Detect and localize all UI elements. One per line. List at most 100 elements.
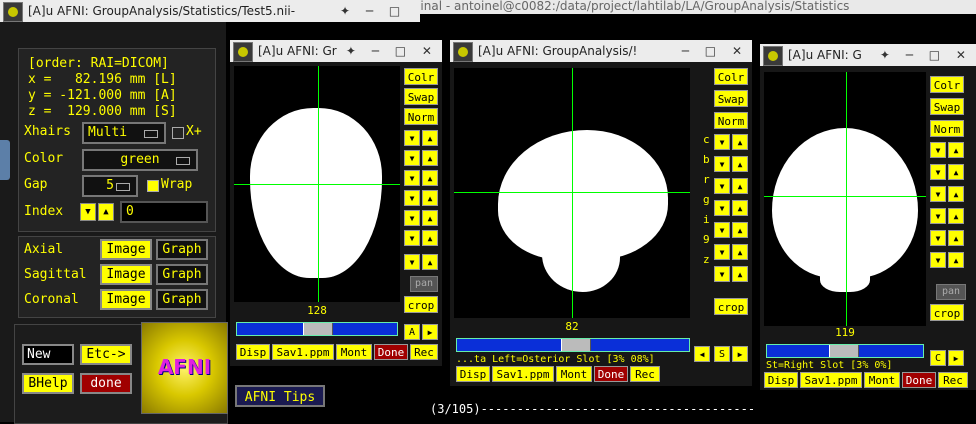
crop-button[interactable]: crop bbox=[930, 304, 964, 321]
sagittal-image[interactable] bbox=[454, 68, 690, 318]
window-controls[interactable]: ✦ ─ □ ✕ bbox=[880, 44, 972, 66]
down-arrow-icon[interactable]: ▼ bbox=[714, 156, 730, 172]
swap-button[interactable]: Swap bbox=[714, 90, 748, 107]
up-arrow-icon[interactable]: ▲ bbox=[732, 200, 748, 216]
window-controls[interactable]: ✦ ─ □ bbox=[340, 0, 406, 22]
slider-thumb[interactable] bbox=[303, 323, 333, 335]
sagittal-slice-slider[interactable] bbox=[456, 338, 690, 352]
coronal-viewer-titlebar[interactable]: [A]u AFNI: G ✦ ─ □ ✕ bbox=[760, 44, 976, 66]
c-button[interactable]: C bbox=[930, 350, 946, 366]
up-arrow-icon[interactable]: ▲ bbox=[732, 134, 748, 150]
right-arrow-icon[interactable]: ▶ bbox=[948, 350, 964, 366]
up-arrow-icon[interactable]: ▲ bbox=[948, 208, 964, 224]
down-arrow-icon[interactable]: ▼ bbox=[930, 252, 946, 268]
coronal-image-button[interactable]: Image bbox=[100, 289, 152, 310]
window-controls[interactable]: ─ □ ✕ bbox=[682, 40, 748, 62]
swap-button[interactable]: Swap bbox=[930, 98, 964, 115]
up-arrow-icon[interactable]: ▲ bbox=[732, 244, 748, 260]
done-button[interactable]: done bbox=[80, 373, 132, 394]
down-arrow-icon[interactable]: ▼ bbox=[930, 208, 946, 224]
down-arrow-icon[interactable]: ▼ bbox=[714, 266, 730, 282]
mont-button[interactable]: Mont bbox=[556, 366, 592, 382]
afni-tips-button[interactable]: AFNI Tips bbox=[235, 385, 325, 407]
norm-button[interactable]: Norm bbox=[930, 120, 964, 137]
left-arrow-icon[interactable]: ◀ bbox=[694, 346, 710, 362]
axial-viewer-titlebar[interactable]: [A]u AFNI: Gr ✦ ─ □ ✕ bbox=[230, 40, 442, 62]
up-arrow-icon[interactable]: ▲ bbox=[948, 186, 964, 202]
etc-button[interactable]: Etc-> bbox=[80, 344, 132, 365]
up-arrow-icon[interactable]: ▲ bbox=[948, 252, 964, 268]
xhairs-select[interactable]: Multi bbox=[82, 122, 166, 144]
up-arrow-icon[interactable]: ▲ bbox=[948, 142, 964, 158]
down-arrow-icon[interactable]: ▼ bbox=[714, 134, 730, 150]
done-button[interactable]: Done bbox=[902, 372, 936, 388]
colr-button[interactable]: Colr bbox=[404, 68, 438, 85]
axial-slice-slider[interactable] bbox=[236, 322, 398, 336]
up-arrow-icon[interactable]: ▲ bbox=[422, 130, 438, 146]
done-button[interactable]: Done bbox=[374, 344, 408, 360]
disp-button[interactable]: Disp bbox=[456, 366, 490, 382]
gap-select[interactable]: 5 bbox=[82, 175, 138, 197]
mont-button[interactable]: Mont bbox=[864, 372, 900, 388]
right-arrow-icon[interactable]: ▶ bbox=[732, 346, 748, 362]
colr-button[interactable]: Colr bbox=[714, 68, 748, 85]
rec-button[interactable]: Rec bbox=[630, 366, 660, 382]
crop-button[interactable]: crop bbox=[404, 296, 438, 313]
rec-button[interactable]: Rec bbox=[938, 372, 968, 388]
save-button[interactable]: Sav1.ppm bbox=[492, 366, 554, 382]
up-arrow-icon[interactable]: ▲ bbox=[422, 230, 438, 246]
xplus-checkbox[interactable] bbox=[172, 127, 184, 139]
down-arrow-icon[interactable]: ▼ bbox=[930, 186, 946, 202]
index-down-icon[interactable]: ▼ bbox=[80, 203, 96, 221]
up-arrow-icon[interactable]: ▲ bbox=[948, 230, 964, 246]
right-arrow-icon[interactable]: ▶ bbox=[422, 324, 438, 340]
crop-button[interactable]: crop bbox=[714, 298, 748, 315]
down-arrow-icon[interactable]: ▼ bbox=[930, 164, 946, 180]
done-button[interactable]: Done bbox=[594, 366, 628, 382]
save-button[interactable]: Sav1.ppm bbox=[800, 372, 862, 388]
save-button[interactable]: Sav1.ppm bbox=[272, 344, 334, 360]
norm-button[interactable]: Norm bbox=[404, 108, 438, 125]
up-arrow-icon[interactable]: ▲ bbox=[948, 164, 964, 180]
down-arrow-icon[interactable]: ▼ bbox=[404, 210, 420, 226]
up-arrow-icon[interactable]: ▲ bbox=[422, 210, 438, 226]
down-arrow-icon[interactable]: ▼ bbox=[404, 150, 420, 166]
sagittal-image-button[interactable]: Image bbox=[100, 264, 152, 285]
down-arrow-icon[interactable]: ▼ bbox=[714, 200, 730, 216]
index-up-icon[interactable]: ▲ bbox=[98, 203, 114, 221]
axial-image[interactable] bbox=[234, 66, 400, 302]
axial-graph-button[interactable]: Graph bbox=[156, 239, 208, 260]
down-arrow-icon[interactable]: ▼ bbox=[930, 230, 946, 246]
down-arrow-icon[interactable]: ▼ bbox=[714, 178, 730, 194]
disp-button[interactable]: Disp bbox=[236, 344, 270, 360]
wrap-checkbox[interactable] bbox=[147, 180, 159, 192]
down-arrow-icon[interactable]: ▼ bbox=[404, 130, 420, 146]
window-controls[interactable]: ✦ ─ □ ✕ bbox=[346, 40, 438, 62]
down-arrow-icon[interactable]: ▼ bbox=[404, 190, 420, 206]
y-coordinate[interactable]: y = -121.000 mm [A] bbox=[28, 88, 177, 103]
down-arrow-icon[interactable]: ▼ bbox=[404, 254, 420, 270]
x-coordinate[interactable]: x = 82.196 mm [L] bbox=[28, 72, 177, 87]
axial-image-button[interactable]: Image bbox=[100, 239, 152, 260]
disp-button[interactable]: Disp bbox=[764, 372, 798, 388]
up-arrow-icon[interactable]: ▲ bbox=[732, 156, 748, 172]
up-arrow-icon[interactable]: ▲ bbox=[732, 222, 748, 238]
rec-button[interactable]: Rec bbox=[410, 344, 438, 360]
down-arrow-icon[interactable]: ▼ bbox=[714, 222, 730, 238]
index-input[interactable]: 0 bbox=[120, 201, 208, 223]
swap-button[interactable]: Swap bbox=[404, 88, 438, 105]
new-button[interactable]: New bbox=[22, 344, 74, 365]
norm-button[interactable]: Norm bbox=[714, 112, 748, 129]
coronal-graph-button[interactable]: Graph bbox=[156, 289, 208, 310]
color-select[interactable]: green bbox=[82, 149, 198, 171]
up-arrow-icon[interactable]: ▲ bbox=[732, 178, 748, 194]
sidebar-handle[interactable] bbox=[0, 140, 10, 180]
coronal-image[interactable] bbox=[764, 72, 926, 326]
pan-button[interactable]: pan bbox=[936, 284, 966, 300]
up-arrow-icon[interactable]: ▲ bbox=[732, 266, 748, 282]
down-arrow-icon[interactable]: ▼ bbox=[404, 170, 420, 186]
mont-button[interactable]: Mont bbox=[336, 344, 372, 360]
bhelp-button[interactable]: BHelp bbox=[22, 373, 74, 394]
slider-thumb[interactable] bbox=[829, 345, 859, 357]
z-coordinate[interactable]: z = 129.000 mm [S] bbox=[28, 104, 177, 119]
